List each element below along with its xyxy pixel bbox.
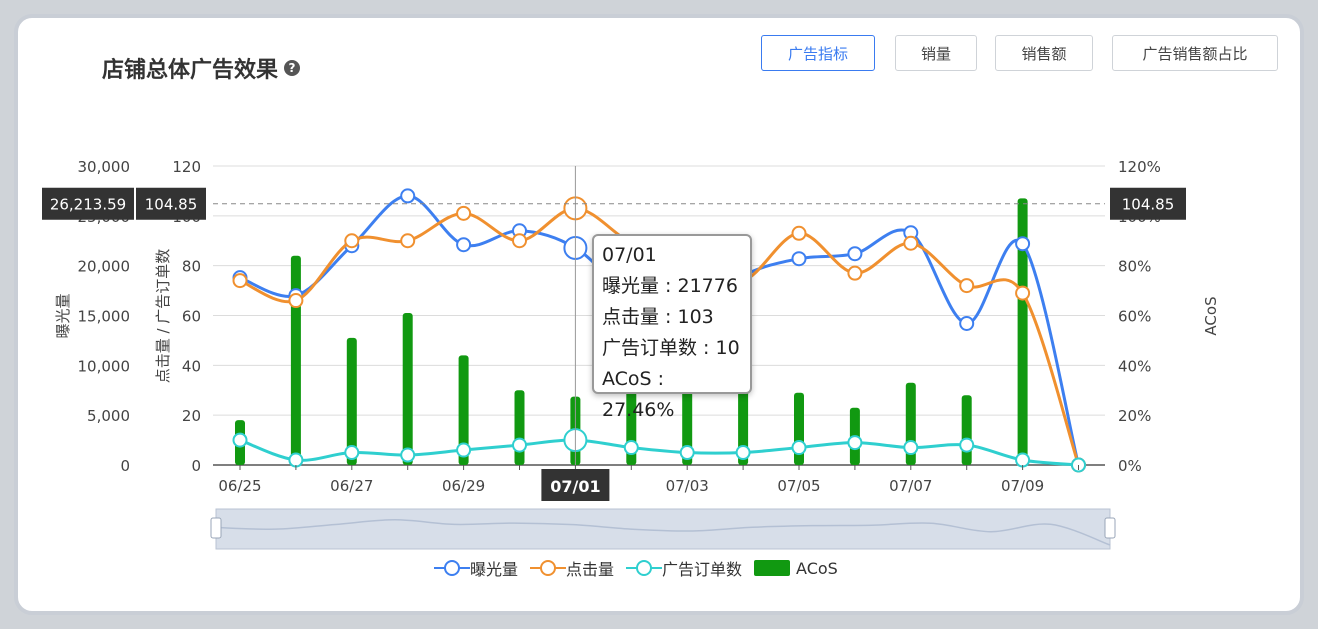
- data-point: [512, 437, 527, 453]
- data-point: [400, 188, 416, 204]
- crosshair-right-value: 104.85: [1122, 196, 1175, 214]
- zoom-slider[interactable]: [210, 508, 1116, 550]
- legend-label-acos: ACoS: [796, 558, 838, 578]
- y-left1-tick-label: 15,000: [78, 308, 131, 326]
- x-tick-label: 07/07: [889, 477, 932, 495]
- acos-bar: [961, 395, 972, 465]
- y-right-tick-label: 60%: [1118, 308, 1151, 326]
- zoom-track: [215, 508, 1111, 550]
- x-tick-label: 07/03: [666, 477, 709, 495]
- data-point: [735, 445, 751, 461]
- data-point: [903, 440, 919, 456]
- data-point: [288, 452, 304, 468]
- data-point: [847, 435, 863, 451]
- data-point: [959, 315, 975, 331]
- y-left2-tick-label: 20: [182, 407, 201, 425]
- crosshair-x-value: 07/01: [550, 477, 600, 496]
- legend-item-clicks[interactable]: 点击量: [530, 556, 614, 580]
- crosshair-left1-value: 26,213.59: [50, 196, 126, 214]
- data-point: [456, 442, 472, 458]
- y-left2-tick-label: 80: [182, 258, 201, 276]
- acos-bar: [402, 313, 413, 465]
- x-tick-label: 06/27: [330, 477, 373, 495]
- y-right-tick-label: 80%: [1118, 258, 1151, 276]
- y-left2-tick-label: 60: [182, 308, 201, 326]
- x-tick-label: 06/29: [442, 477, 485, 495]
- x-tick-label: 07/09: [1001, 477, 1044, 495]
- zoom-handle-right: [1104, 517, 1116, 539]
- acos-bar: [290, 255, 301, 465]
- tooltip-line-impressions: 曝光量 : 21776: [602, 275, 738, 297]
- tooltip-line-clicks: 点击量 : 103: [602, 306, 714, 328]
- y-left2-tick-label: 0: [191, 457, 201, 475]
- legend-item-impressions[interactable]: 曝光量: [434, 556, 518, 580]
- y-right-axis-label: ACoS: [1202, 296, 1220, 335]
- data-point: [456, 237, 472, 253]
- y-right-tick-label: 120%: [1118, 158, 1161, 176]
- y-left1-tick-label: 30,000: [78, 158, 131, 176]
- data-point: [959, 437, 975, 453]
- crosshair-left2-value: 104.85: [145, 196, 198, 214]
- y-left2-tick-label: 120: [172, 158, 201, 176]
- x-tick-label: 07/05: [777, 477, 820, 495]
- data-point: [847, 265, 863, 281]
- data-point: [232, 273, 248, 289]
- y-left2-axis-label: 点击量 / 广告订单数: [154, 249, 172, 384]
- data-point: [791, 225, 807, 241]
- data-point: [344, 233, 360, 249]
- chart-tooltip: 07/01 曝光量 : 21776 点击量 : 103 广告订单数 : 10 A…: [592, 234, 752, 421]
- y-left1-axis-label: 曝光量: [54, 293, 72, 338]
- data-point: [456, 205, 472, 221]
- legend-symbol-acos: [754, 560, 791, 576]
- legend-item-acos[interactable]: ACoS: [754, 559, 838, 578]
- data-point: [791, 251, 807, 267]
- y-left1-tick-label: 20,000: [78, 258, 131, 276]
- legend-label-clicks: 点击量: [566, 560, 615, 579]
- y-left1-tick-label: 0: [120, 457, 130, 475]
- data-point: [400, 233, 416, 249]
- data-point: [1015, 285, 1031, 301]
- legend-label-orders: 广告订单数: [662, 560, 743, 579]
- data-point: [1015, 236, 1031, 252]
- data-point: [1015, 452, 1031, 468]
- y-left2-tick-label: 40: [182, 357, 201, 375]
- legend-symbol-orders: [626, 560, 663, 576]
- data-point: [623, 440, 639, 456]
- data-point: [288, 293, 304, 309]
- data-point: [847, 246, 863, 262]
- legend-label-impressions: 曝光量: [470, 560, 519, 579]
- y-right-tick-label: 40%: [1118, 357, 1151, 375]
- data-point: [959, 278, 975, 294]
- y-left1-tick-label: 5,000: [87, 407, 130, 425]
- data-point: [344, 445, 360, 461]
- legend-symbol-clicks: [530, 560, 567, 576]
- data-point: [512, 233, 527, 249]
- data-point: [791, 440, 807, 456]
- tooltip-line-acos: ACoS : 27.46%: [602, 368, 675, 421]
- y-left1-tick-label: 10,000: [78, 357, 131, 375]
- zoom-handle-left: [210, 517, 222, 539]
- legend-item-orders[interactable]: 广告订单数: [626, 556, 742, 580]
- legend-symbol-impressions: [434, 560, 470, 576]
- data-point: [400, 447, 416, 463]
- y-right-tick-label: 20%: [1118, 407, 1151, 425]
- y-right-tick-label: 0%: [1118, 457, 1142, 475]
- series-line: [239, 438, 1079, 467]
- data-point: [679, 445, 695, 461]
- tooltip-line-orders: 广告订单数 : 10: [602, 337, 740, 359]
- acos-bar: [514, 390, 525, 465]
- data-point: [903, 235, 919, 251]
- chart-legend: 曝光量 点击量 广告订单数 ACoS: [434, 556, 850, 580]
- x-tick-label: 06/25: [218, 477, 261, 495]
- data-point: [232, 432, 248, 448]
- tooltip-date: 07/01: [602, 244, 657, 266]
